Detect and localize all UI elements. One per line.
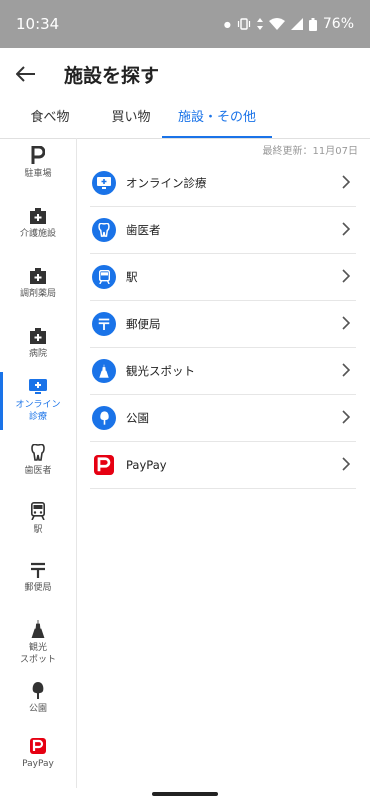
online-clinic-icon (29, 379, 47, 394)
paypay-icon (92, 453, 116, 477)
sidebar-item-parking[interactable]: 駐車場 (0, 146, 76, 180)
list-item-label: 歯医者 (126, 223, 161, 237)
facility-list: オンライン診療 歯医者 駅 郵便局 観光スポット 公園 PayPay (90, 160, 356, 489)
list-item-online-clinic[interactable]: オンライン診療 (90, 160, 356, 207)
last-updated-text: 最終更新：11月07日 (262, 146, 358, 157)
tab-facilities[interactable]: 施設・その他 (162, 100, 272, 138)
train-icon (92, 265, 116, 289)
hospital-icon (30, 328, 46, 344)
tab-food[interactable]: 食べ物 (0, 100, 100, 138)
sidebar-item-label: オンライン 診療 (15, 400, 61, 422)
tree-icon (92, 406, 116, 430)
sidebar-item-label: 歯医者 (24, 466, 52, 476)
tooth-icon (92, 218, 116, 242)
back-arrow-icon (16, 66, 35, 82)
pharmacy-icon (30, 268, 46, 284)
list-item-label: 郵便局 (126, 317, 161, 331)
sidebar-item-label: 観光 スポット (19, 643, 56, 665)
sidebar: 駐車場 介護施設 調剤薬局 病院 オンライン 診療 歯医者 駅 郵便局 観光 ス… (0, 138, 77, 788)
sidebar-item-label: 駅 (33, 525, 43, 535)
chevron-right-icon (342, 457, 350, 471)
care-facility-icon (30, 208, 46, 224)
status-bar: 10:34 ● 76% (0, 0, 370, 48)
chevron-right-icon (342, 222, 350, 236)
sidebar-item-label: PayPay (22, 759, 54, 769)
list-item-label: 公園 (126, 411, 149, 425)
list-item-dentist[interactable]: 歯医者 (90, 207, 356, 254)
sidebar-item-care-facility[interactable]: 介護施設 (0, 208, 76, 240)
post-office-icon (31, 562, 45, 578)
tooth-icon (31, 444, 45, 461)
vibrate-icon (237, 18, 250, 30)
list-item-station[interactable]: 駅 (90, 254, 356, 301)
sidebar-item-park[interactable]: 公園 (0, 682, 76, 715)
list-item-sightseeing[interactable]: 観光スポット (90, 348, 356, 395)
sidebar-item-pharmacy[interactable]: 調剤薬局 (0, 268, 76, 300)
data-arrows-icon (256, 18, 263, 30)
back-button[interactable] (2, 50, 50, 98)
chevron-right-icon (342, 410, 350, 424)
app-bar: 施設を探す (0, 48, 370, 100)
list-item-park[interactable]: 公園 (90, 395, 356, 442)
sidebar-item-online-clinic[interactable]: オンライン 診療 (0, 372, 76, 430)
battery-percent: 76% (322, 16, 354, 32)
wifi-icon (268, 18, 285, 30)
chevron-right-icon (342, 316, 350, 330)
post-office-icon (92, 312, 116, 336)
list-item-label: 駅 (126, 270, 138, 284)
home-handle[interactable] (152, 792, 218, 796)
sidebar-item-label: 介護施設 (19, 229, 56, 239)
list-item-paypay[interactable]: PayPay (90, 442, 356, 489)
chevron-right-icon (342, 269, 350, 283)
parking-icon (31, 146, 45, 164)
battery-icon (308, 17, 317, 31)
sidebar-item-label: 公園 (28, 704, 47, 714)
tower-icon (92, 359, 116, 383)
tab-shopping[interactable]: 買い物 (100, 100, 162, 138)
signal-icon (290, 18, 303, 30)
sidebar-item-label: 調剤薬局 (19, 289, 56, 299)
list-item-label: オンライン診療 (126, 176, 207, 190)
chevron-right-icon (342, 175, 350, 189)
tree-icon (32, 682, 44, 699)
paypay-icon (30, 738, 46, 754)
sidebar-item-label: 郵便局 (24, 583, 52, 593)
tower-icon (31, 620, 45, 638)
list-item-label: PayPay (126, 458, 167, 472)
sidebar-item-station[interactable]: 駅 (0, 502, 76, 536)
page-title: 施設を探す (64, 64, 160, 87)
train-icon (31, 502, 45, 520)
sidebar-item-label: 病院 (28, 349, 47, 359)
sidebar-item-paypay[interactable]: PayPay (0, 738, 76, 770)
sidebar-item-sightseeing[interactable]: 観光 スポット (0, 620, 76, 666)
list-item-post-office[interactable]: 郵便局 (90, 301, 356, 348)
sidebar-item-label: 駐車場 (24, 169, 52, 179)
gesture-nav-bar (0, 788, 370, 800)
sidebar-item-post-office[interactable]: 郵便局 (0, 562, 76, 594)
online-clinic-icon (92, 171, 116, 195)
sidebar-item-hospital[interactable]: 病院 (0, 328, 76, 360)
notification-dot-icon: ● (223, 19, 231, 29)
sidebar-item-dentist[interactable]: 歯医者 (0, 444, 76, 477)
category-tabs: 食べ物 買い物 施設・その他 (0, 100, 370, 139)
list-item-label: 観光スポット (126, 364, 195, 378)
chevron-right-icon (342, 363, 350, 377)
status-time: 10:34 (16, 15, 60, 33)
